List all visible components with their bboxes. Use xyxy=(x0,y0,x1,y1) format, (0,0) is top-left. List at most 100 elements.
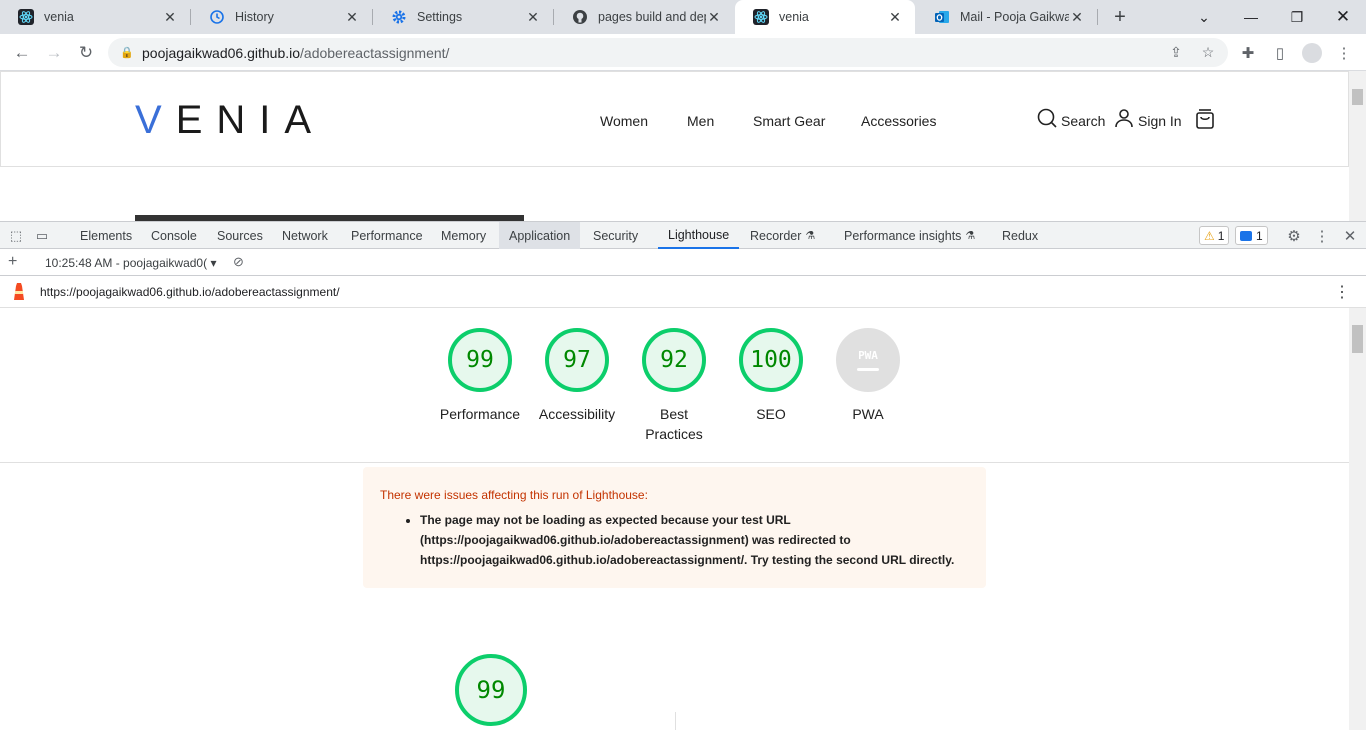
close-devtools-icon[interactable]: ✕ xyxy=(1340,226,1360,246)
score-gauge-performance[interactable]: 99 Performance xyxy=(440,328,520,424)
score-label: Performance xyxy=(439,406,521,422)
browser-tab[interactable]: venia ✕ xyxy=(0,0,190,34)
tab-title: Settings xyxy=(417,10,463,24)
user-icon xyxy=(1114,108,1134,133)
tab-lighthouse[interactable]: Lighthouse xyxy=(658,222,740,249)
address-bar[interactable]: 🔒 poojagaikwad06.github.io/adobereactass… xyxy=(108,38,1228,67)
report-scrollbar[interactable] xyxy=(1349,308,1366,730)
flask-icon: ⚗ xyxy=(805,230,816,242)
dropdown-triangle-icon: ▾ xyxy=(207,256,217,270)
share-icon[interactable]: ⇪ xyxy=(1165,41,1187,63)
tab-title: venia xyxy=(44,10,74,24)
tab-redux[interactable]: Redux xyxy=(992,222,1048,249)
minimize-icon[interactable]: — xyxy=(1228,0,1274,34)
performance-score-gauge[interactable]: 99 xyxy=(455,654,527,726)
tab-recorder[interactable]: Recorder ⚗ xyxy=(740,222,825,249)
sign-in-button[interactable]: Sign In xyxy=(1114,108,1182,133)
clear-reports-icon[interactable]: ⊘ xyxy=(233,254,244,270)
tab-memory[interactable]: Memory xyxy=(431,222,496,249)
github-icon xyxy=(572,9,588,25)
lighthouse-report: 99 Performance 97 Accessibility 92 Best … xyxy=(0,308,1349,730)
close-window-icon[interactable]: ✕ xyxy=(1320,0,1366,34)
more-options-icon[interactable]: ⋮ xyxy=(1312,226,1332,246)
close-icon[interactable]: ✕ xyxy=(887,9,903,25)
tab-network[interactable]: Network xyxy=(272,222,338,249)
tab-sources[interactable]: Sources xyxy=(207,222,273,249)
tab-performance-insights[interactable]: Performance insights ⚗ xyxy=(834,222,985,249)
report-url[interactable]: https://poojagaikwad06.github.io/adobere… xyxy=(40,285,340,299)
browser-tab[interactable]: Settings ✕ xyxy=(373,0,553,34)
search-button[interactable]: Search xyxy=(1037,108,1105,133)
flask-icon: ⚗ xyxy=(965,230,976,242)
score-gauge-seo[interactable]: 100 SEO xyxy=(738,328,804,424)
score-ring: 92 xyxy=(642,328,706,392)
page-scrollbar[interactable] xyxy=(1349,71,1366,221)
inspect-element-icon[interactable]: ⬚ xyxy=(6,226,26,246)
side-panel-icon[interactable]: ▯ xyxy=(1267,40,1293,66)
site-header: VENIA Women Men Smart Gear Accessories S… xyxy=(0,71,1349,167)
lighthouse-logo-icon xyxy=(11,283,27,304)
divider xyxy=(675,712,676,730)
search-icon xyxy=(1037,108,1057,133)
scrollbar-thumb[interactable] xyxy=(1352,325,1363,353)
score-label: SEO xyxy=(756,406,786,422)
score-gauge-accessibility[interactable]: 97 Accessibility xyxy=(539,328,615,424)
tab-performance[interactable]: Performance xyxy=(341,222,433,249)
report-selector[interactable]: 10:25:48 AM - poojagaikwad0( ▾ xyxy=(45,256,223,270)
browser-tab[interactable]: Mail - Pooja Gaikwad ✕ xyxy=(916,0,1097,34)
bookmark-star-icon[interactable]: ☆ xyxy=(1197,41,1219,63)
device-toolbar-icon[interactable]: ▭ xyxy=(32,226,52,246)
close-icon[interactable]: ✕ xyxy=(525,9,541,25)
tab-security[interactable]: Security xyxy=(583,222,648,249)
cart-button[interactable] xyxy=(1195,108,1219,135)
tab-title: venia xyxy=(779,10,809,24)
browser-tab[interactable]: History ✕ xyxy=(191,0,372,34)
report-menu-icon[interactable]: ⋮ xyxy=(1334,282,1350,302)
profile-avatar-icon[interactable] xyxy=(1299,40,1325,66)
report-selector-label: 10:25:48 AM - poojagaikwad0( xyxy=(45,256,208,270)
messages-badge[interactable]: 1 xyxy=(1235,226,1268,245)
message-count: 1 xyxy=(1256,228,1263,243)
score-gauge-best-practices[interactable]: 92 Best Practices xyxy=(641,328,707,444)
close-icon[interactable]: ✕ xyxy=(344,9,360,25)
new-tab-button[interactable]: + xyxy=(1108,5,1132,29)
close-icon[interactable]: ✕ xyxy=(162,9,178,25)
nav-men[interactable]: Men xyxy=(687,113,714,129)
forward-arrow-icon[interactable]: → xyxy=(40,39,68,67)
sign-in-label: Sign In xyxy=(1138,112,1182,129)
tab-title: Mail - Pooja Gaikwad xyxy=(960,10,1069,24)
score-ring: 97 xyxy=(545,328,609,392)
tab-application[interactable]: Application xyxy=(499,222,581,249)
score-gauge-pwa[interactable]: PWA PWA xyxy=(835,328,901,424)
tab-elements[interactable]: Elements xyxy=(70,222,142,249)
close-icon[interactable]: ✕ xyxy=(706,9,722,25)
new-report-plus-icon[interactable]: + xyxy=(8,253,17,271)
devtools-tab-bar: ⬚ ▭ Elements Console Sources Network Per… xyxy=(0,221,1366,249)
warning-badge[interactable]: ⚠ 1 xyxy=(1199,226,1230,245)
browser-tab[interactable]: pages build and deplo ✕ xyxy=(554,0,734,34)
chrome-menu-icon[interactable]: ⋮ xyxy=(1331,40,1357,66)
outlook-icon xyxy=(934,9,950,25)
nav-smart-gear[interactable]: Smart Gear xyxy=(753,113,825,129)
lighthouse-toolbar: + 10:25:48 AM - poojagaikwad0( ▾ ⊘ xyxy=(0,249,1366,276)
score-label: Accessibility xyxy=(538,406,616,422)
restore-icon[interactable]: ❐ xyxy=(1274,0,1320,34)
close-icon[interactable]: ✕ xyxy=(1069,9,1085,25)
extensions-puzzle-icon[interactable]: ✚ xyxy=(1235,40,1261,66)
browser-tab-active[interactable]: venia ✕ xyxy=(735,0,915,34)
nav-women[interactable]: Women xyxy=(600,113,648,129)
react-icon xyxy=(18,9,34,25)
nav-accessories[interactable]: Accessories xyxy=(861,113,936,129)
tab-search-icon[interactable]: ⌄ xyxy=(1181,0,1227,34)
tab-console[interactable]: Console xyxy=(141,222,207,249)
browser-toolbar: ← → ↻ 🔒 poojagaikwad06.github.io/adobere… xyxy=(0,34,1366,71)
browser-tab-strip: venia ✕ History ✕ Settings ✕ pages build… xyxy=(0,0,1366,34)
score-label: PWA xyxy=(852,406,884,422)
warning-title: There were issues affecting this run of … xyxy=(380,488,648,502)
back-arrow-icon[interactable]: ← xyxy=(8,39,36,67)
scrollbar-thumb[interactable] xyxy=(1352,89,1363,105)
reload-icon[interactable]: ↻ xyxy=(72,39,100,67)
settings-gear-icon[interactable]: ⚙ xyxy=(1284,226,1304,246)
report-url-bar: https://poojagaikwad06.github.io/adobere… xyxy=(0,276,1366,308)
venia-logo[interactable]: VENIA xyxy=(135,98,325,143)
